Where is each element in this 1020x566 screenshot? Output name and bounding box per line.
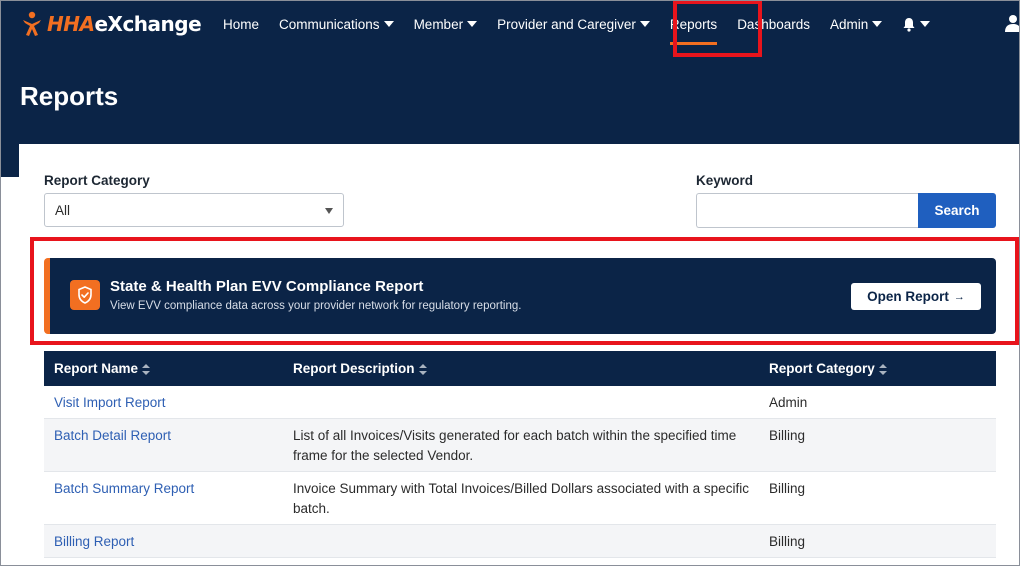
sort-icon [142,363,151,375]
nav-item-member[interactable]: Member [404,1,488,47]
report-category-select[interactable]: All [44,193,344,227]
logo[interactable]: HHAeXchange [21,10,202,38]
chevron-down-icon [920,21,931,27]
bell-icon [903,17,915,32]
main-nav: Home Communications Member Provider and … [213,1,940,47]
report-category-cell: Billing [759,524,996,558]
report-link[interactable]: Batch Summary Report [54,481,194,496]
column-header-report-description[interactable]: Report Description [283,351,759,386]
shield-check-icon [70,280,100,310]
page-title: Reports [20,81,119,111]
column-header-report-name[interactable]: Report Name [44,351,283,386]
chevron-down-icon [383,21,394,27]
app-window: HHAeXchange Home Communications Member P… [0,0,1020,566]
dropdown-arrow-icon [325,208,333,214]
banner-title: State & Health Plan EVV Compliance Repor… [110,278,424,295]
arrow-right-icon: → [953,290,965,303]
keyword-label: Keyword [696,173,754,188]
column-header-report-category[interactable]: Report Category [759,351,996,386]
report-description-cell [283,386,759,419]
report-category-cell: Billing [759,471,996,525]
nav-item-admin[interactable]: Admin [820,1,892,47]
table-row: Batch Summary Report Invoice Summary wit… [44,471,996,525]
report-category-label: Report Category [44,173,150,188]
logo-text: HHAeXchange [47,12,202,36]
chevron-down-icon [872,21,883,27]
keyword-input[interactable] [696,193,919,228]
search-button[interactable]: Search [918,193,996,228]
nav-item-home[interactable]: Home [213,1,269,47]
chevron-down-icon [639,21,650,27]
report-name-cell: Batch Detail Report [44,418,283,472]
report-name-cell: Batch Summary Report [44,471,283,525]
report-link[interactable]: Billing Report [54,534,134,549]
nav-item-reports[interactable]: Reports [660,1,727,47]
nav-item-provider-and-caregiver[interactable]: Provider and Caregiver [487,1,660,47]
report-category-cell: Billing [759,418,996,472]
report-description-cell [283,524,759,558]
open-report-button[interactable]: Open Report → [851,283,981,310]
report-category-value: All [55,202,71,218]
sort-icon [878,363,887,375]
reports-table: Report Name Report Description Report Ca… [44,351,996,558]
notifications-menu[interactable] [892,1,940,47]
banner-subtitle: View EVV compliance data across your pro… [110,300,522,312]
report-description-cell: Invoice Summary with Total Invoices/Bill… [283,471,759,525]
report-category-cell: Admin [759,386,996,419]
report-description-cell: List of all Invoices/Visits generated fo… [283,418,759,472]
nav-item-dashboards[interactable]: Dashboards [727,1,820,47]
nav-item-communications[interactable]: Communications [269,1,404,47]
sort-icon [418,363,427,375]
top-navbar: HHAeXchange Home Communications Member P… [1,1,1020,47]
evv-compliance-banner: State & Health Plan EVV Compliance Repor… [44,258,996,334]
user-icon[interactable] [1005,14,1020,32]
table-row: Batch Detail Report List of all Invoices… [44,418,996,472]
table-header-row: Report Name Report Description Report Ca… [44,351,996,386]
open-report-label: Open Report [867,289,949,304]
table-row: Billing Report Billing [44,524,996,558]
logo-person-icon [23,11,41,36]
report-name-cell: Visit Import Report [44,386,283,419]
report-name-cell: Billing Report [44,524,283,558]
report-link[interactable]: Batch Detail Report [54,428,171,443]
table-row: Visit Import Report Admin [44,386,996,419]
chevron-down-icon [467,21,478,27]
report-link[interactable]: Visit Import Report [54,395,166,410]
